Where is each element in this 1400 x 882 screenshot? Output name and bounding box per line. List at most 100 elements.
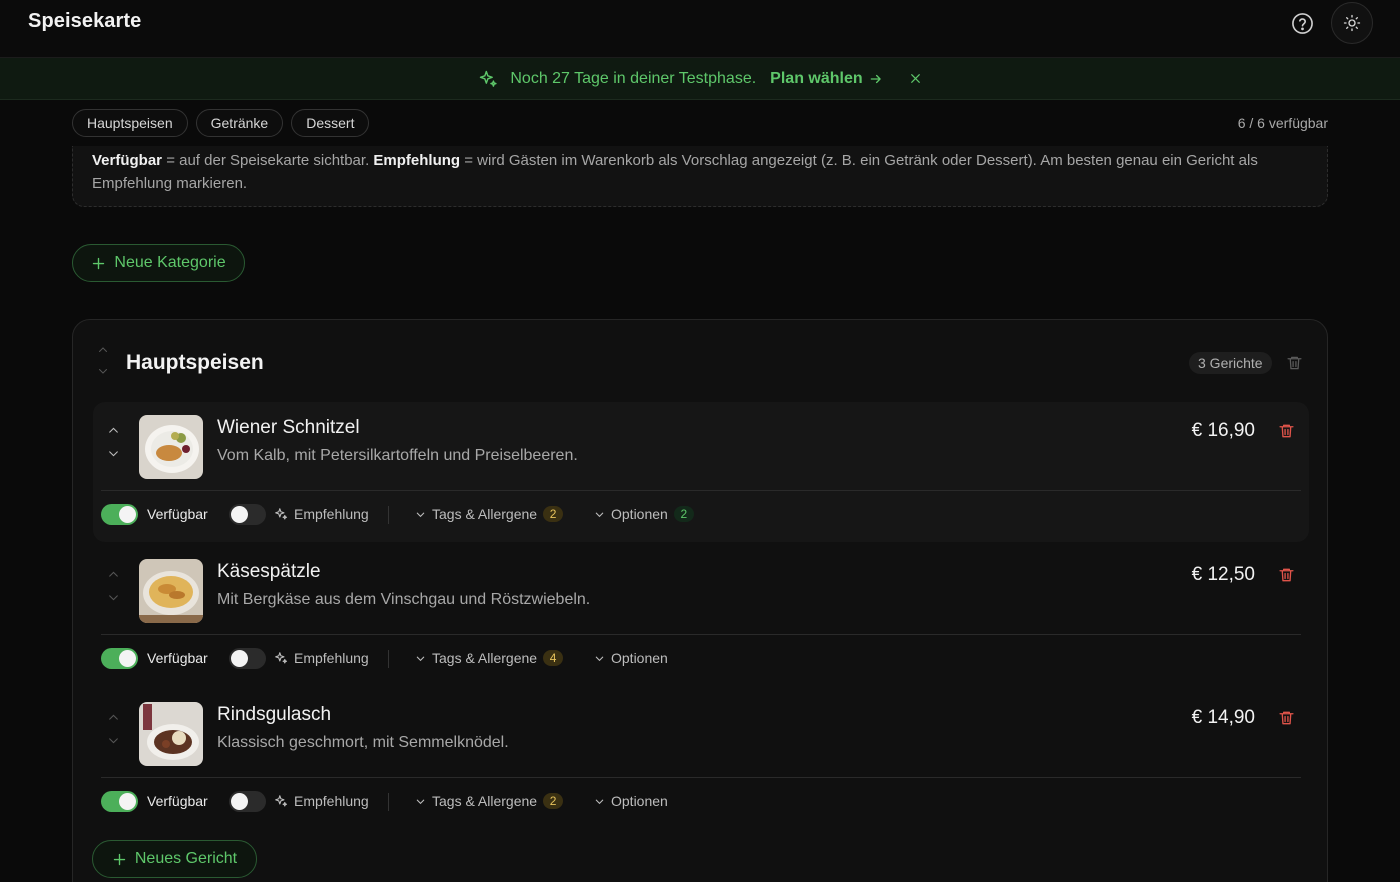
new-dish-label: Neues Gericht — [134, 850, 238, 867]
chevron-down-icon — [595, 512, 604, 517]
available-label: Verfügbar — [147, 793, 208, 809]
options-label: Optionen — [611, 506, 668, 522]
dish-description[interactable]: Klassisch geschmort, mit Semmelknödel. — [217, 734, 509, 752]
sparkle-icon — [275, 795, 288, 807]
chevron-up-icon[interactable] — [97, 344, 109, 356]
dish-row: Rindsgulasch Klassisch geschmort, mit Se… — [93, 689, 1309, 829]
recommend-label: Empfehlung — [294, 793, 369, 809]
chevron-down-icon[interactable] — [97, 365, 109, 377]
chevron-up-icon[interactable] — [107, 711, 120, 724]
options-label: Optionen — [611, 650, 668, 666]
dish-row: Wiener Schnitzel Vom Kalb, mit Petersilk… — [93, 402, 1309, 542]
dish-name[interactable]: Rindsgulasch — [217, 704, 331, 726]
options-label: Optionen — [611, 793, 668, 809]
tags-allergens-label: Tags & Allergene — [432, 506, 538, 522]
divider — [388, 650, 389, 668]
recommend-toggle[interactable] — [229, 791, 266, 812]
new-category-label: Neue Kategorie — [114, 254, 226, 271]
delete-dish-button[interactable] — [1278, 709, 1295, 727]
info-box: Verfügbar = auf der Speisekarte sichtbar… — [72, 146, 1328, 207]
tags-count-badge: 4 — [543, 650, 564, 666]
tags-count-badge: 2 — [543, 793, 564, 809]
chevron-up-icon[interactable] — [107, 568, 120, 581]
category-title[interactable]: Hauptspeisen — [126, 351, 264, 375]
available-toggle[interactable] — [101, 648, 138, 669]
sparkle-icon — [478, 69, 498, 89]
choose-plan-link[interactable]: Plan wählen — [770, 70, 882, 88]
dish-image[interactable] — [139, 702, 203, 766]
dish-price[interactable]: € 16,90 — [1192, 420, 1255, 442]
plus-icon — [93, 257, 105, 269]
chevron-down-icon — [595, 656, 604, 661]
chevron-down-icon[interactable] — [107, 447, 120, 460]
tags-allergens-expander[interactable]: Tags & Allergene 2 — [415, 793, 564, 809]
divider — [101, 490, 1301, 491]
divider — [388, 793, 389, 811]
recommend-label: Empfehlung — [294, 506, 369, 522]
category-card: Hauptspeisen 3 Gerichte Wiener Schnitzel… — [72, 319, 1328, 882]
available-toggle[interactable] — [101, 504, 138, 525]
dish-price[interactable]: € 14,90 — [1192, 707, 1255, 729]
tags-allergens-expander[interactable]: Tags & Allergene 4 — [415, 650, 564, 666]
app-header: Speisekarte — [0, 0, 1400, 58]
delete-dish-button[interactable] — [1278, 422, 1295, 440]
new-category-button[interactable]: Neue Kategorie — [72, 244, 245, 282]
chevron-down-icon — [595, 799, 604, 804]
banner-close-button[interactable] — [909, 72, 922, 85]
options-expander[interactable]: Optionen — [594, 793, 668, 809]
trash-icon — [1279, 568, 1294, 582]
recommend-toggle[interactable] — [229, 504, 266, 525]
sparkle-icon — [275, 652, 288, 664]
tags-allergens-expander[interactable]: Tags & Allergene 2 — [415, 506, 564, 522]
dish-controls: Verfügbar Empfehlung Tags & Allergene 2 … — [101, 791, 1301, 815]
dish-description[interactable]: Mit Bergkäse aus dem Vinschgau und Röstz… — [217, 591, 590, 609]
info-term-available: Verfügbar — [92, 152, 163, 169]
tags-allergens-label: Tags & Allergene — [432, 650, 538, 666]
dish-reorder — [107, 568, 120, 604]
category-filter-pills: Hauptspeisen Getränke Dessert — [72, 109, 370, 137]
dish-image[interactable] — [139, 415, 203, 479]
trash-icon — [1279, 424, 1294, 438]
category-reorder — [97, 344, 109, 377]
dish-name[interactable]: Wiener Schnitzel — [217, 417, 360, 439]
options-expander[interactable]: Optionen 2 — [594, 506, 694, 522]
options-expander[interactable]: Optionen — [594, 650, 668, 666]
trial-text: Noch 27 Tage in deiner Testphase. — [510, 69, 757, 87]
pill-hauptspeisen[interactable]: Hauptspeisen — [72, 109, 188, 137]
dish-reorder — [107, 424, 120, 460]
pill-getraenke[interactable]: Getränke — [195, 109, 284, 137]
theme-toggle-button[interactable] — [1331, 2, 1373, 44]
arrow-right-icon — [870, 74, 881, 83]
tags-count-badge: 2 — [543, 506, 564, 522]
help-button[interactable] — [1290, 11, 1314, 35]
sparkle-icon — [275, 508, 288, 520]
divider — [101, 634, 1301, 635]
choose-plan-label: Plan wählen — [770, 69, 863, 87]
recommend-toggle[interactable] — [229, 648, 266, 669]
dish-name[interactable]: Käsespätzle — [217, 561, 321, 583]
chevron-down-icon — [416, 656, 425, 661]
new-dish-button[interactable]: Neues Gericht — [92, 840, 257, 878]
trash-icon — [1287, 356, 1302, 370]
close-icon — [910, 74, 920, 83]
dish-controls: Verfügbar Empfehlung Tags & Allergene 4 … — [101, 648, 1301, 672]
recommend-label: Empfehlung — [294, 650, 369, 666]
dish-count-badge: 3 Gerichte — [1189, 352, 1272, 374]
available-toggle[interactable] — [101, 791, 138, 812]
delete-category-button[interactable] — [1286, 354, 1303, 372]
chevron-down-icon[interactable] — [107, 591, 120, 604]
info-term-recommendation: Empfehlung — [373, 152, 461, 169]
divider — [101, 777, 1301, 778]
divider — [388, 506, 389, 524]
available-label: Verfügbar — [147, 506, 208, 522]
chevron-down-icon[interactable] — [107, 734, 120, 747]
recommend-label-group: Empfehlung — [274, 650, 369, 666]
availability-summary: 6 / 6 verfügbar — [1237, 115, 1328, 131]
dish-description[interactable]: Vom Kalb, mit Petersilkartoffeln und Pre… — [217, 447, 578, 465]
dish-price[interactable]: € 12,50 — [1192, 564, 1255, 586]
delete-dish-button[interactable] — [1278, 566, 1295, 584]
dish-image[interactable] — [139, 559, 203, 623]
trash-icon — [1279, 711, 1294, 725]
pill-dessert[interactable]: Dessert — [291, 109, 370, 137]
chevron-up-icon[interactable] — [107, 424, 120, 437]
